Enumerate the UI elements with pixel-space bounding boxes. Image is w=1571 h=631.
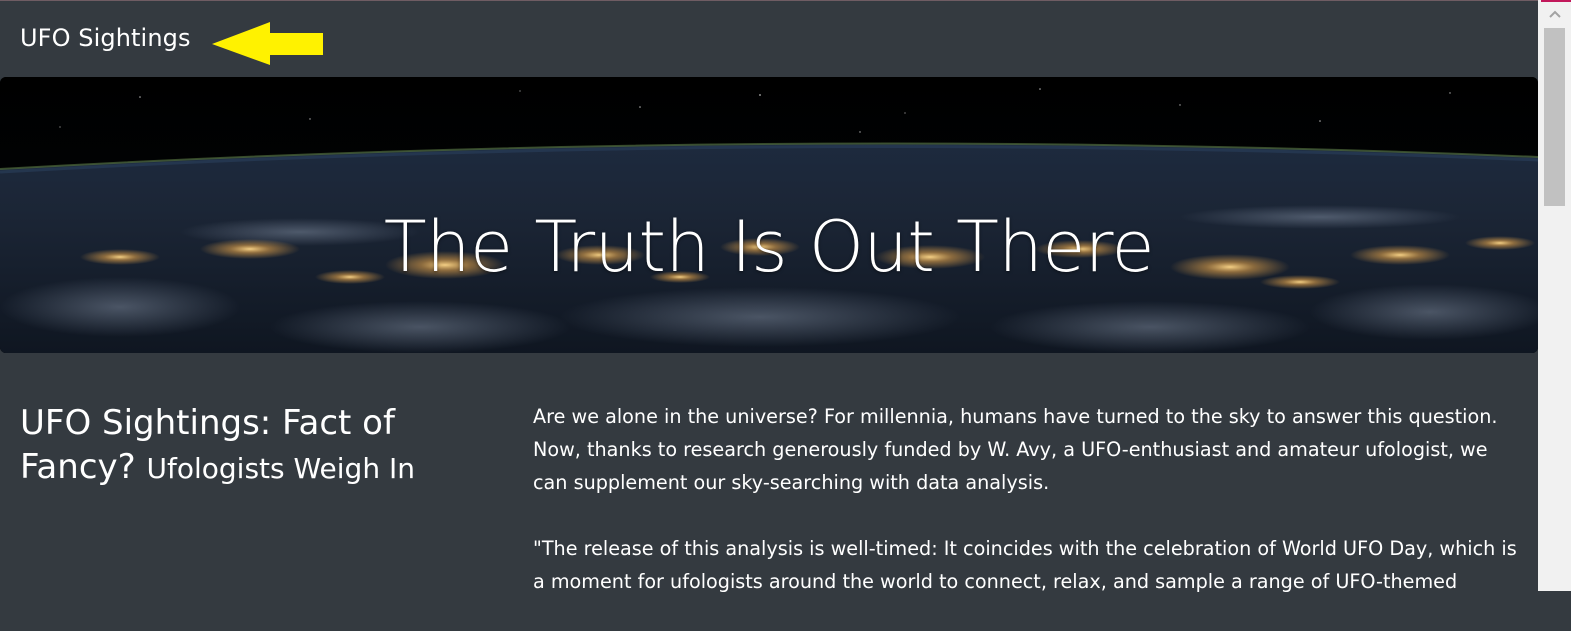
article-paragraph-1: Are we alone in the universe? For millen…	[533, 405, 1498, 494]
main-content: UFO Sightings: Fact of Fancy? Ufologists…	[0, 353, 1538, 593]
scroll-up-button[interactable]	[1538, 0, 1571, 28]
navbar-brand-link[interactable]: UFO Sightings	[20, 24, 191, 52]
chevron-up-icon	[1548, 10, 1561, 18]
navbar: UFO Sightings	[0, 0, 1538, 78]
window-accent-line	[1541, 0, 1571, 2]
headline-subtitle: Ufologists Weigh In	[146, 452, 415, 485]
yellow-arrow-icon	[212, 22, 323, 65]
vertical-scrollbar[interactable]	[1538, 0, 1571, 591]
hero-title: The Truth Is Out There	[383, 206, 1155, 288]
article-headline: UFO Sightings: Fact of Fancy? Ufologists…	[20, 401, 500, 491]
article-heading-column: UFO Sightings: Fact of Fancy? Ufologists…	[20, 401, 500, 491]
hero-banner: The Truth Is Out There	[0, 77, 1538, 353]
article-body-column: Are we alone in the universe? For millen…	[533, 400, 1518, 631]
scrollbar-thumb[interactable]	[1544, 28, 1565, 206]
article-paragraph-2: "The release of this analysis is well-ti…	[533, 537, 1517, 593]
